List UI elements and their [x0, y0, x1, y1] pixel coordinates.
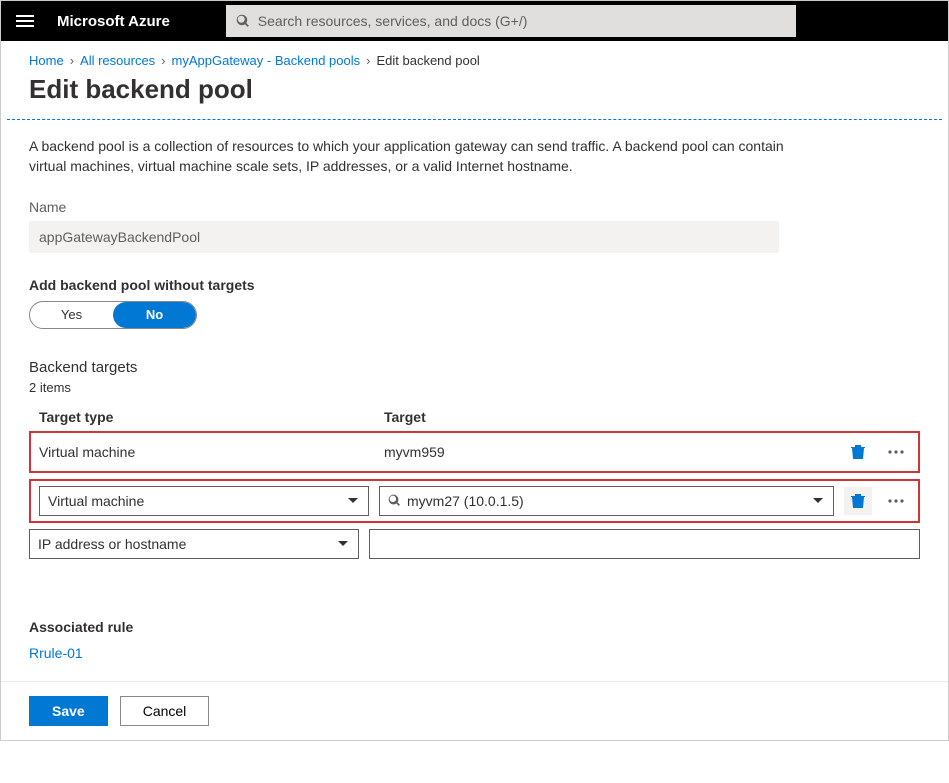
chevron-right-icon: › — [366, 53, 370, 68]
target-row-1: Virtual machine myvm959 — [29, 431, 920, 473]
targets-header: Target type Target — [29, 409, 920, 425]
footer: Save Cancel — [1, 681, 948, 740]
chevron-right-icon: › — [70, 53, 74, 68]
toggle-yes[interactable]: Yes — [30, 302, 113, 328]
without-targets-label: Add backend pool without targets — [29, 277, 920, 293]
row2-target-select[interactable]: myvm27 (10.0.1.5) — [379, 486, 834, 516]
description: A backend pool is a collection of resour… — [29, 136, 789, 177]
breadcrumb-current: Edit backend pool — [376, 53, 479, 68]
associated-rule-heading: Associated rule — [29, 619, 920, 635]
name-label: Name — [29, 199, 920, 215]
search-placeholder: Search resources, services, and docs (G+… — [258, 13, 528, 29]
col-target: Target — [384, 409, 910, 425]
top-bar: Microsoft Azure Search resources, servic… — [1, 1, 948, 41]
row2-type-select[interactable]: Virtual machine — [39, 486, 369, 516]
search-input[interactable]: Search resources, services, and docs (G+… — [226, 5, 796, 37]
without-targets-toggle[interactable]: Yes No — [29, 301, 197, 329]
row2-target-value: myvm27 (10.0.1.5) — [407, 493, 811, 509]
breadcrumb-link[interactable]: All resources — [80, 53, 155, 68]
row1-target: myvm959 — [384, 444, 834, 460]
row3-type-value: IP address or hostname — [38, 536, 336, 552]
cancel-button[interactable]: Cancel — [120, 696, 210, 726]
row2-type-value: Virtual machine — [48, 493, 346, 509]
target-row-2: Virtual machine myvm27 (10.0.1.5) — [29, 479, 920, 523]
row3-target-input[interactable] — [369, 529, 920, 559]
breadcrumb-link[interactable]: myAppGateway - Backend pools — [172, 53, 361, 68]
breadcrumb-link[interactable]: Home — [29, 53, 64, 68]
row1-type: Virtual machine — [39, 444, 374, 460]
backend-targets-heading: Backend targets — [29, 359, 920, 376]
row3-type-select[interactable]: IP address or hostname — [29, 529, 359, 559]
items-count: 2 items — [29, 380, 920, 395]
menu-icon[interactable] — [9, 5, 41, 37]
more-icon[interactable] — [882, 487, 910, 515]
content: A backend pool is a collection of resour… — [1, 120, 948, 681]
save-button[interactable]: Save — [29, 696, 108, 726]
delete-icon[interactable] — [844, 487, 872, 515]
more-icon[interactable] — [882, 438, 910, 466]
col-target-type: Target type — [39, 409, 384, 425]
chevron-right-icon: › — [161, 53, 165, 68]
name-field — [29, 221, 779, 253]
breadcrumb: Home › All resources › myAppGateway - Ba… — [1, 41, 948, 72]
brand: Microsoft Azure — [57, 13, 210, 30]
delete-icon[interactable] — [844, 438, 872, 466]
page-title: Edit backend pool — [1, 72, 948, 119]
associated-rule-link[interactable]: Rrule-01 — [29, 645, 920, 661]
target-row-3: IP address or hostname — [29, 529, 920, 559]
toggle-no[interactable]: No — [113, 302, 196, 328]
